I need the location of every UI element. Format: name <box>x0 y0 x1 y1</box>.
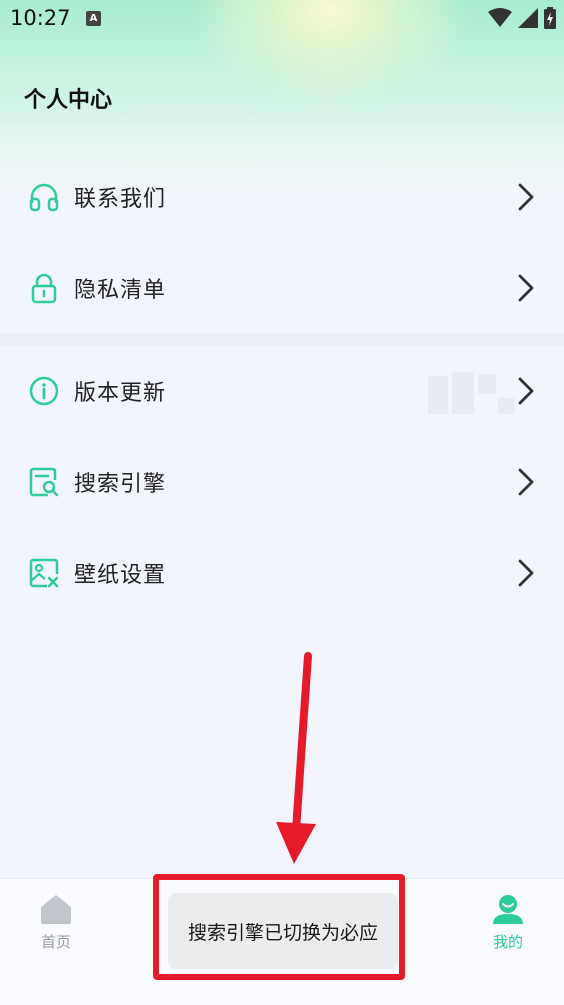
menu-item-contact-us[interactable]: 联系我们 <box>0 152 564 242</box>
menu-label: 隐私清单 <box>74 278 167 303</box>
status-bar: 10:27 A <box>0 0 564 40</box>
home-icon <box>41 895 71 924</box>
menu-label: 搜索引擎 <box>74 472 167 497</box>
profile-icon <box>493 895 523 924</box>
cellular-signal-icon <box>518 8 538 28</box>
section-divider <box>0 333 564 346</box>
chevron-right-icon <box>518 468 534 496</box>
search-doc-icon <box>29 467 59 497</box>
blurred-version-text <box>452 372 474 414</box>
tab-profile[interactable]: 我的 <box>473 893 543 952</box>
tab-home[interactable]: 首页 <box>21 893 91 952</box>
menu-item-version-update[interactable]: 版本更新 <box>0 346 564 436</box>
chevron-right-icon <box>518 377 534 405</box>
menu-label: 壁纸设置 <box>74 563 167 588</box>
info-icon <box>29 376 59 406</box>
lock-icon <box>31 273 57 304</box>
blurred-version-text <box>428 376 448 414</box>
chevron-right-icon <box>518 183 534 211</box>
annotation-arrow <box>276 652 316 864</box>
battery-icon <box>544 7 556 29</box>
annotation-highlight-box <box>153 874 405 980</box>
chevron-right-icon <box>518 559 534 587</box>
tab-label: 我的 <box>492 933 523 951</box>
headphones-icon <box>29 183 59 212</box>
wifi-icon <box>488 8 512 27</box>
app-notification-icon: A <box>86 11 101 26</box>
menu-item-wallpaper-settings[interactable]: 壁纸设置 <box>0 528 564 618</box>
menu-label: 联系我们 <box>74 187 167 212</box>
menu-label: 版本更新 <box>74 381 167 406</box>
menu-item-search-engine[interactable]: 搜索引擎 <box>0 437 564 527</box>
page-title: 个人中心 <box>24 88 113 113</box>
blurred-version-text <box>478 374 496 394</box>
chevron-right-icon <box>518 274 534 302</box>
menu-item-privacy-list[interactable]: 隐私清单 <box>0 243 564 333</box>
tab-label: 首页 <box>40 933 71 951</box>
status-time: 10:27 <box>10 6 71 30</box>
wallpaper-icon <box>29 558 59 588</box>
blurred-version-text <box>498 398 514 414</box>
